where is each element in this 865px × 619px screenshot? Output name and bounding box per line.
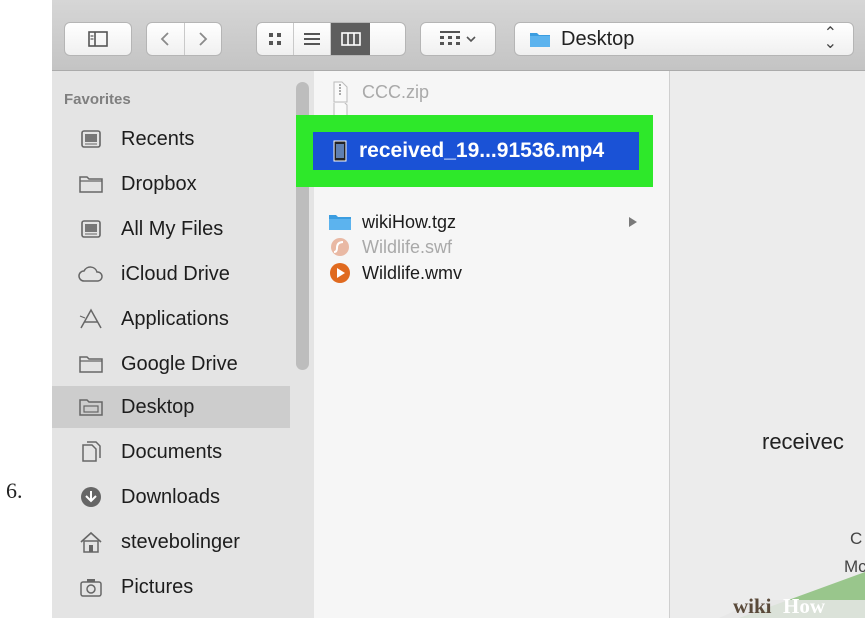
- sidebar-item-label: Google Drive: [121, 352, 238, 375]
- file-name: Wildlife.swf: [362, 236, 453, 257]
- folder-icon: [530, 33, 550, 47]
- view-group-spacer: [370, 23, 405, 55]
- sidebar-item-label: Recents: [121, 127, 195, 150]
- chevron-left-icon: [160, 32, 169, 46]
- list-item[interactable]: CCC.zip: [314, 79, 429, 105]
- sidebar-item-label: Dropbox: [121, 172, 197, 195]
- wikihow-watermark: wiki How: [719, 572, 865, 618]
- play-icon: [328, 261, 352, 285]
- sidebar-item-all-my-files[interactable]: All My Files: [52, 208, 290, 250]
- home-icon: [78, 530, 104, 554]
- file-name: Wildlife.wmv: [362, 262, 463, 283]
- sidebar-toggle-icon: [88, 31, 108, 47]
- sidebar-item-label: Downloads: [121, 485, 220, 508]
- sidebar-header: Favorites: [64, 91, 131, 108]
- columns-icon: [340, 32, 361, 46]
- sidebar-item-downloads[interactable]: Downloads: [52, 476, 290, 518]
- sidebar-item-pictures[interactable]: Pictures: [52, 566, 290, 608]
- sidebar-item-dropbox[interactable]: Dropbox: [52, 163, 290, 205]
- cloud-icon: [78, 262, 104, 286]
- sidebar-item-desktop[interactable]: Desktop: [52, 386, 290, 428]
- arrange-button[interactable]: [420, 22, 496, 56]
- sidebar-item-label: iCloud Drive: [121, 262, 230, 285]
- list-view-button[interactable]: [294, 23, 332, 55]
- forward-button[interactable]: [185, 23, 222, 55]
- sidebar-toggle-button[interactable]: [64, 22, 132, 56]
- selected-file-row[interactable]: received_19...91536.mp4: [313, 132, 639, 170]
- preview-title: receivec: [762, 429, 844, 454]
- recents-icon: [78, 127, 104, 151]
- path-popup[interactable]: Desktop ⌃ ⌄: [514, 22, 854, 56]
- sidebar: Favorites Recents Dropbox All My Files i…: [52, 71, 314, 618]
- list-item[interactable]: wikiHow.tgz: [314, 209, 637, 235]
- sidebar-item-home[interactable]: stevebolinger: [52, 521, 290, 563]
- folder-icon: [78, 172, 104, 196]
- sidebar-item-label: Applications: [121, 307, 229, 330]
- icon-view-button[interactable]: [257, 23, 295, 55]
- flash-icon: [328, 235, 352, 259]
- preview-pane: receivec C Mc: [670, 71, 865, 618]
- list-item[interactable]: Wildlife.wmv: [314, 260, 462, 286]
- arrange-grid-icon: [440, 31, 460, 45]
- view-mode-group: [256, 22, 406, 56]
- sidebar-item-label: Pictures: [121, 575, 194, 598]
- sidebar-item-documents[interactable]: Documents: [52, 431, 290, 473]
- sidebar-item-label: Desktop: [121, 395, 195, 418]
- chevron-down-icon: [466, 36, 476, 43]
- sidebar-item-google-drive[interactable]: Google Drive: [52, 343, 290, 385]
- folder-icon: [78, 352, 104, 376]
- file-name: wikiHow.tgz: [362, 211, 457, 232]
- sidebar-item-icloud-drive[interactable]: iCloud Drive: [52, 253, 290, 295]
- grid-icon: [269, 33, 281, 45]
- all-files-icon: [78, 217, 104, 241]
- camera-icon: [78, 575, 104, 599]
- toolbar: Desktop ⌃ ⌄: [52, 0, 865, 71]
- back-forward-group: [146, 22, 222, 56]
- sidebar-item-recents[interactable]: Recents: [52, 118, 290, 160]
- sidebar-item-label: stevebolinger: [121, 530, 240, 553]
- list-item[interactable]: Wildlife.swf: [314, 234, 452, 260]
- sidebar-item-applications[interactable]: Applications: [52, 298, 290, 340]
- chevron-right-icon: [199, 32, 208, 46]
- sidebar-item-label: All My Files: [121, 217, 224, 240]
- applications-icon: [78, 307, 104, 331]
- watermark-wiki: wiki: [733, 594, 772, 618]
- zip-file-icon: [328, 80, 352, 104]
- list-icon: [304, 33, 321, 45]
- disclosure-arrow-icon: [629, 217, 637, 227]
- path-label: Desktop: [561, 27, 635, 50]
- file-name: CCC.zip: [362, 81, 430, 102]
- watermark-how: How: [783, 594, 825, 618]
- updown-chevron-icon: ⌃ ⌄: [823, 25, 837, 52]
- documents-icon: [78, 440, 104, 464]
- back-button[interactable]: [147, 23, 185, 55]
- column-view-button[interactable]: [331, 23, 370, 55]
- downloads-icon: [78, 485, 104, 509]
- folder-icon: [328, 210, 352, 234]
- preview-detail-1: C: [850, 529, 863, 548]
- sidebar-item-label: Documents: [121, 440, 223, 463]
- file-name: received_19...91536.mp4: [359, 139, 605, 162]
- step-number: 6.: [6, 478, 23, 503]
- video-file-icon: [333, 140, 347, 162]
- finder-window: Desktop ⌃ ⌄ Favorites Recents Dropbox All…: [52, 0, 865, 618]
- desktop-folder-icon: [78, 395, 104, 419]
